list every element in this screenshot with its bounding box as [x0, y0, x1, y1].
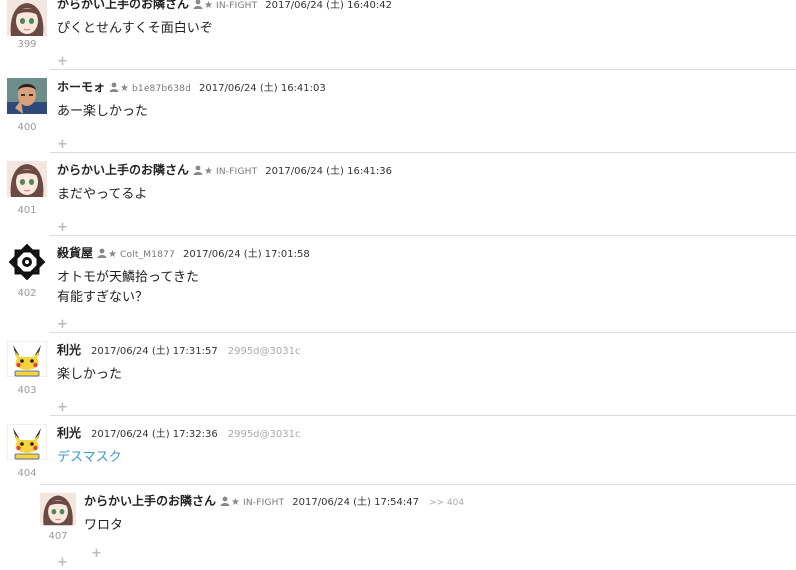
separator [40, 484, 796, 485]
post-time[interactable]: 2017/06/24 (土) 17:54:47 [292, 497, 419, 508]
avatar[interactable] [7, 244, 47, 280]
post-time[interactable]: 2017/06/24 (土) 17:01:58 [183, 249, 310, 260]
poster-name[interactable]: 殺貨屋 [57, 246, 93, 260]
poster-name[interactable]: ホーモォ [57, 80, 105, 94]
post-body: ぴくとせんすくそ面白いぞ [57, 19, 213, 39]
separator [50, 235, 796, 236]
plus-button[interactable]: + [57, 138, 68, 151]
separator [50, 332, 796, 333]
post-header: 利光 2017/06/24 (土) 17:32:36 2995d@3031c [57, 426, 300, 442]
user-icon [193, 165, 203, 180]
post-header: からかい上手のお隣さん ★ IN-FIGHT 2017/06/24 (土) 16:40… [57, 0, 402, 14]
avatar[interactable] [40, 492, 76, 526]
star-icon: ★ [108, 249, 117, 260]
plus-button[interactable]: + [57, 221, 68, 234]
user-icon [109, 82, 119, 97]
avatar[interactable] [7, 78, 47, 114]
post-line: ワロタ [84, 518, 124, 533]
star-icon: ★ [204, 166, 213, 177]
plus-button[interactable]: + [57, 55, 68, 68]
post-header: からかい上手のお隣さん ★ IN-FIGHT 2017/06/24 (土) 17:54… [84, 494, 464, 511]
post-line: あー楽しかった [57, 104, 149, 119]
user-id[interactable]: Colt_M1877 [120, 250, 175, 260]
post-body: 楽しかった [57, 365, 122, 385]
user-icon [193, 0, 203, 14]
post-line: ぴくとせんすくそ面白いぞ [57, 21, 213, 36]
avatar[interactable] [7, 0, 47, 36]
post-number[interactable]: 404 [7, 468, 47, 479]
post-hash[interactable]: 2995d@3031c [228, 346, 301, 357]
user-id[interactable]: IN-FIGHT [216, 167, 257, 177]
poster-name[interactable]: 利光 [57, 343, 81, 357]
post-time[interactable]: 2017/06/24 (土) 17:31:57 [91, 346, 218, 357]
post-hash[interactable]: 2995d@3031c [228, 429, 301, 440]
star-icon: ★ [120, 83, 129, 94]
post-header: 利光 2017/06/24 (土) 17:31:57 2995d@3031c [57, 343, 300, 359]
user-id[interactable]: IN-FIGHT [216, 1, 257, 11]
post-body: まだやってるよ [57, 185, 147, 205]
post-time[interactable]: 2017/06/24 (土) 17:32:36 [91, 429, 218, 440]
plus-button[interactable]: + [57, 318, 68, 331]
post-body: ワロタ [84, 516, 123, 536]
avatar[interactable] [7, 341, 47, 377]
post-number[interactable]: 403 [7, 385, 47, 396]
plus-button[interactable]: + [57, 556, 68, 569]
post-line: オトモが天鱗拾ってきた [57, 270, 199, 285]
post-number[interactable]: 407 [38, 531, 78, 542]
user-icon [220, 496, 230, 511]
post-body: あー楽しかった [57, 102, 148, 122]
poster-name[interactable]: からかい上手のお隣さん [84, 494, 216, 508]
star-icon: ★ [231, 497, 240, 508]
star-icon: ★ [204, 0, 213, 11]
post-line: 有能すぎない？ [57, 290, 149, 305]
post-number[interactable]: 400 [7, 122, 47, 133]
separator [50, 152, 796, 153]
separator [50, 415, 796, 416]
user-icon [97, 248, 107, 263]
post-line: 楽しかった [57, 367, 123, 382]
poster-name[interactable]: からかい上手のお隣さん [57, 163, 189, 177]
post-body: オトモが天鱗拾ってきた 有能すぎない？ [57, 268, 199, 308]
plus-button[interactable]: + [91, 547, 102, 560]
post-time[interactable]: 2017/06/24 (土) 16:41:03 [199, 83, 326, 94]
avatar[interactable] [7, 161, 47, 197]
user-id[interactable]: IN-FIGHT [243, 498, 284, 508]
separator [50, 69, 796, 70]
post-number[interactable]: 399 [7, 39, 47, 50]
reply-reference[interactable]: >> 404 [429, 498, 464, 508]
plus-button[interactable]: + [57, 401, 68, 414]
post-number[interactable]: 401 [7, 205, 47, 216]
avatar[interactable] [7, 424, 47, 460]
poster-name[interactable]: 利光 [57, 426, 81, 440]
post-line: まだやってるよ [57, 187, 148, 202]
user-id[interactable]: b1e87b638d [132, 84, 191, 94]
poster-name[interactable]: からかい上手のお隣さん [57, 0, 189, 11]
post-header: からかい上手のお隣さん ★ IN-FIGHT 2017/06/24 (土) 16:41… [57, 163, 402, 180]
post-header: 殺貨屋 ★ Colt_M1877 2017/06/24 (土) 17:01:58 [57, 246, 320, 263]
post-number[interactable]: 402 [7, 288, 47, 299]
post-header: ホーモォ ★ b1e87b638d 2017/06/24 (土) 16:41:03 [57, 80, 336, 97]
post-time[interactable]: 2017/06/24 (土) 16:40:42 [265, 0, 392, 11]
post-link[interactable]: デスマスク [57, 448, 122, 468]
post-body: デスマスク [57, 448, 122, 468]
post-time[interactable]: 2017/06/24 (土) 16:41:36 [265, 166, 392, 177]
